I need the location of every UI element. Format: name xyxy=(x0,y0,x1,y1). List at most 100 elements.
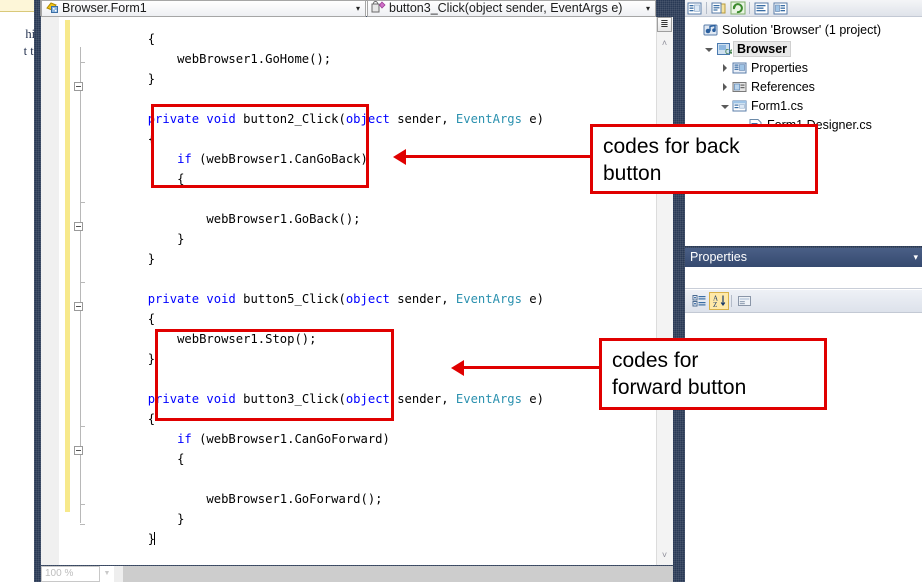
split-view-icon[interactable]: ≣ xyxy=(657,17,672,32)
callout-back-line-1: codes for back xyxy=(603,135,740,158)
svg-text:Z: Z xyxy=(713,301,717,308)
callout-back-button: codes for back button xyxy=(590,124,818,194)
navigation-member-dropdown[interactable]: button3_Click(object sender, EventArgs e… xyxy=(367,0,656,17)
fold-toggle-button[interactable] xyxy=(74,446,83,455)
toolbar-separator xyxy=(706,2,707,14)
code-token: webBrowser1.GoForward(); xyxy=(206,492,383,507)
callout-forward-button: codes for forward button xyxy=(599,338,827,410)
navigation-member-label: button3_Click(object sender, EventArgs e… xyxy=(389,1,623,15)
solution-explorer-panel: Solution 'Browser' (1 project) C# Browse… xyxy=(685,0,922,246)
property-pages-icon[interactable] xyxy=(734,292,754,310)
outlining-margin[interactable] xyxy=(73,17,89,565)
code-token: } xyxy=(147,252,156,267)
code-token: e) xyxy=(521,292,544,307)
toolbar-separator xyxy=(731,295,732,307)
code-token: { xyxy=(147,32,156,47)
class-icon xyxy=(45,1,59,16)
code-token: sender, xyxy=(389,292,456,307)
fold-tick xyxy=(80,62,85,63)
tree-item-label: Form1.cs xyxy=(751,98,804,113)
annotation-arrow-line-back xyxy=(405,155,591,158)
navigation-type-label: Browser.Form1 xyxy=(62,1,147,15)
properties-panel: Properties ▾ AZ xyxy=(685,248,922,582)
twisty-closed-icon[interactable] xyxy=(718,77,731,96)
twisty-open-icon[interactable] xyxy=(702,39,715,58)
code-token: e) xyxy=(521,392,544,407)
fold-toggle-button[interactable] xyxy=(74,82,83,91)
code-token: { xyxy=(147,312,156,327)
code-token: webBrowser1.GoHome(); xyxy=(177,52,332,67)
tree-item-solution[interactable]: Solution 'Browser' (1 project) xyxy=(689,20,881,39)
chevron-down-icon[interactable]: ▼ xyxy=(100,566,114,582)
tree-item-references[interactable]: References xyxy=(718,77,815,96)
code-token: webBrowser1.GoBack(); xyxy=(206,212,361,227)
twisty-placeholder xyxy=(689,20,702,39)
editor-horizontal-scrollbar[interactable] xyxy=(41,566,673,582)
annotation-arrow-head-forward xyxy=(451,360,464,376)
code-token: e) xyxy=(521,112,544,127)
highlight-box-forward-code xyxy=(155,329,394,421)
properties-folder-icon xyxy=(731,58,749,77)
chevron-down-icon[interactable]: ▾ xyxy=(351,1,365,16)
tree-item-label: Properties xyxy=(751,60,808,75)
code-token: EventArgs xyxy=(455,292,522,307)
references-folder-icon xyxy=(731,77,749,96)
code-token: { xyxy=(147,412,156,427)
fold-tick xyxy=(80,504,85,505)
callout-forward-line-1: codes for xyxy=(612,349,699,372)
svg-text:C#: C# xyxy=(725,48,732,56)
code-token: } xyxy=(147,352,156,367)
code-token: (webBrowser1.CanGoForward) xyxy=(191,432,390,447)
scroll-up-icon[interactable]: ˄ xyxy=(657,36,672,51)
chevron-down-icon[interactable]: ▾ xyxy=(913,248,918,267)
code-token: { xyxy=(177,452,185,467)
method-private-icon xyxy=(371,1,386,16)
chevron-down-icon[interactable]: ▾ xyxy=(641,1,655,16)
code-token: } xyxy=(177,232,185,247)
callout-forward-line-2: forward button xyxy=(612,376,747,399)
properties-window-icon[interactable] xyxy=(685,1,704,16)
code-token: } xyxy=(177,512,185,527)
solution-icon xyxy=(702,20,720,39)
code-editor[interactable]: { webBrowser1.GoHome(); } private void b… xyxy=(41,17,656,565)
twisty-closed-icon[interactable] xyxy=(718,58,731,77)
fold-toggle-button[interactable] xyxy=(74,222,83,231)
tree-item-form1-cs[interactable]: Form1.cs xyxy=(718,96,803,115)
navigation-type-dropdown[interactable]: Browser.Form1 ▾ xyxy=(41,0,366,17)
fold-tick xyxy=(80,202,85,203)
annotation-arrow-line-forward xyxy=(463,366,600,369)
text-caret xyxy=(154,532,156,546)
editor-vertical-scrollbar[interactable] xyxy=(656,17,673,565)
code-token: sender, xyxy=(389,112,456,127)
highlight-box-back-code xyxy=(151,104,369,188)
view-designer-icon[interactable] xyxy=(771,1,790,16)
scroll-down-icon[interactable]: ˅ xyxy=(657,548,672,563)
tree-item-properties[interactable]: Properties xyxy=(718,58,808,77)
properties-object-selector[interactable] xyxy=(685,267,922,289)
categorized-icon[interactable] xyxy=(689,292,709,310)
alphabetical-icon[interactable]: AZ xyxy=(709,292,729,310)
code-token: if xyxy=(177,432,192,447)
show-all-files-icon[interactable] xyxy=(709,1,728,16)
refresh-icon[interactable] xyxy=(728,1,747,16)
fold-tick xyxy=(80,426,85,427)
fold-tick xyxy=(80,524,85,525)
horizontal-scroll-thumb[interactable] xyxy=(123,566,673,582)
twisty-open-icon[interactable] xyxy=(718,96,731,115)
fold-tick xyxy=(80,282,85,283)
tree-item-project-browser[interactable]: C# Browser xyxy=(702,39,792,58)
code-token: button5_Click( xyxy=(235,292,346,307)
solution-explorer-toolbar xyxy=(685,0,922,17)
zoom-level-control[interactable]: 100 % xyxy=(41,566,100,582)
change-tracking-bar xyxy=(65,20,70,512)
fold-toggle-button[interactable] xyxy=(74,302,83,311)
view-code-icon[interactable] xyxy=(752,1,771,16)
code-token: object xyxy=(345,292,390,307)
toolbar-separator xyxy=(749,2,750,14)
csharp-project-icon: C# xyxy=(715,39,733,58)
callout-back-line-2: button xyxy=(603,162,662,185)
code-token: sender, xyxy=(389,392,456,407)
code-token: EventArgs xyxy=(455,392,522,407)
selection-margin xyxy=(41,17,59,565)
form-file-icon xyxy=(731,96,749,115)
